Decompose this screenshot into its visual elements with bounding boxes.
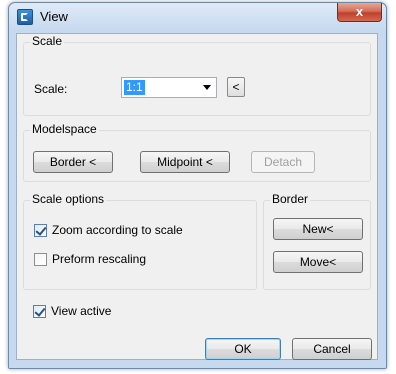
border-group: Border New< Move< xyxy=(263,192,371,290)
app-icon xyxy=(17,9,33,25)
modelspace-group-title: Modelspace xyxy=(30,122,99,136)
checkbox-box[interactable] xyxy=(34,253,47,266)
border-new-button[interactable]: New< xyxy=(273,218,363,240)
border-group-title: Border xyxy=(270,192,311,206)
checkmark-icon xyxy=(34,305,46,317)
dialog-body: Scale Scale: 1:1 < Modelspace Border < M… xyxy=(16,33,378,360)
window-title: View xyxy=(40,9,68,24)
scale-options-group: Scale options Zoom according to scale Pr… xyxy=(23,192,257,290)
close-button[interactable]: x xyxy=(337,3,382,22)
scale-pick-button[interactable]: < xyxy=(227,77,245,97)
scale-group-title: Scale xyxy=(30,34,65,48)
title-bar[interactable]: View x xyxy=(9,3,386,31)
border-pick-button[interactable]: Border < xyxy=(33,151,113,173)
checkbox-box[interactable] xyxy=(33,305,46,318)
checkbox-box[interactable] xyxy=(34,224,47,237)
scale-combobox-value: 1:1 xyxy=(124,80,145,95)
midpoint-pick-button[interactable]: Midpoint < xyxy=(140,151,230,173)
scale-options-group-title: Scale options xyxy=(30,192,107,206)
zoom-according-to-scale-label: Zoom according to scale xyxy=(52,223,183,237)
scale-group: Scale Scale: 1:1 < xyxy=(23,34,371,116)
cancel-button[interactable]: Cancel xyxy=(292,338,372,360)
preform-rescaling-label: Preform rescaling xyxy=(52,252,147,266)
checkmark-icon xyxy=(35,224,47,236)
view-active-label: View active xyxy=(51,304,112,318)
modelspace-group: Modelspace Border < Midpoint < Detach xyxy=(23,122,371,182)
scale-combobox[interactable]: 1:1 xyxy=(121,77,217,98)
ok-button[interactable]: OK xyxy=(205,338,281,360)
scale-label: Scale: xyxy=(34,82,68,96)
chevron-down-icon[interactable] xyxy=(203,85,211,90)
detach-button[interactable]: Detach xyxy=(251,151,315,173)
border-move-button[interactable]: Move< xyxy=(273,251,363,273)
view-dialog: View x Scale Scale: 1:1 < Modelspace Bor… xyxy=(8,2,387,369)
